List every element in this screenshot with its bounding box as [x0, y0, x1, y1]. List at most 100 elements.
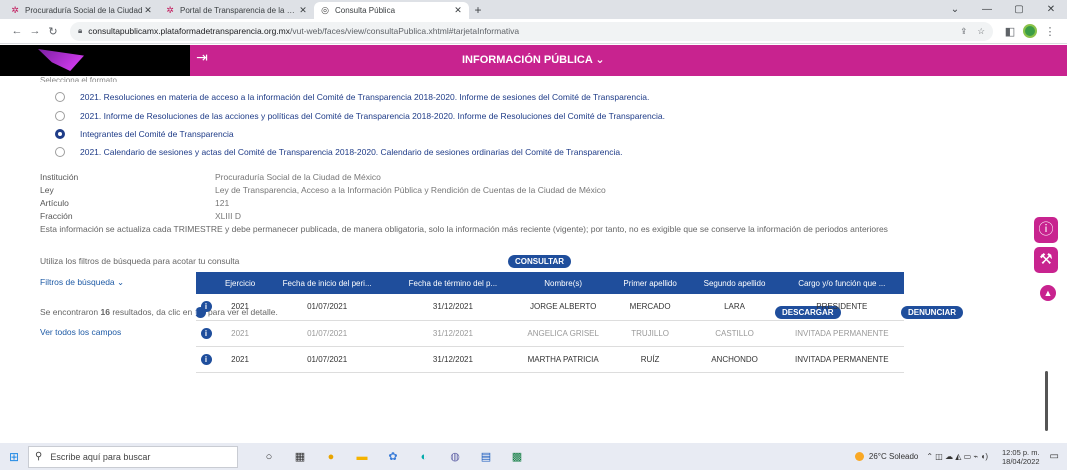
info-icon[interactable]: i: [200, 327, 212, 339]
file-explorer-icon[interactable]: ▬: [353, 448, 371, 466]
col-detail: [196, 272, 216, 294]
col-ejercicio[interactable]: Ejercicio: [216, 272, 265, 294]
new-tab-button[interactable]: +: [469, 2, 487, 19]
scrollbar[interactable]: [1045, 371, 1048, 431]
col-primer-apellido[interactable]: Primer apellido: [610, 272, 690, 294]
search-filters-toggle[interactable]: Filtros de búsqueda ⌄: [40, 277, 124, 288]
taskbar-apps: ○ ▦ ● ▬ ✿ ◐ ◍ ▤ ▩: [260, 448, 526, 466]
info-icon[interactable]: i: [200, 301, 212, 313]
denunciar-button[interactable]: DENUNCIAR: [901, 306, 963, 319]
notifications-icon[interactable]: ▭: [1050, 451, 1059, 462]
address-toolbar: ← → ↻ 🔒︎ consultapublicamx.plataformadet…: [0, 19, 1067, 44]
format-option[interactable]: 2021. Resoluciones en materia de acceso …: [55, 92, 649, 102]
profile-avatar[interactable]: [1023, 24, 1037, 38]
col-segundo-apellido[interactable]: Segundo apellido: [689, 272, 780, 294]
close-tab-icon[interactable]: ✕: [453, 5, 463, 16]
alert-icon[interactable]: ⓘ: [1034, 217, 1058, 243]
share-icon[interactable]: ⇪: [960, 26, 967, 37]
results-count: 16: [100, 307, 110, 317]
tab-search-icon[interactable]: ⌄: [939, 0, 971, 19]
close-tab-icon[interactable]: ✕: [143, 5, 153, 16]
word-icon[interactable]: ▤: [477, 448, 495, 466]
tab-title: Procuraduría Social de la Ciudad: [25, 6, 143, 15]
scroll-up-icon[interactable]: ▲: [1040, 285, 1056, 301]
settings-icon[interactable]: ✿: [384, 448, 402, 466]
format-option[interactable]: Integrantes del Comité de Transparencia: [55, 129, 234, 139]
browser-tab-portal[interactable]: ✲ Portal de Transparencia de la CDMX ✕: [159, 2, 314, 19]
radio-button[interactable]: [55, 111, 65, 121]
browser-tab-bar: ✲ Procuraduría Social de la Ciudad ✕ ✲ P…: [0, 0, 1067, 19]
reload-icon[interactable]: ↻: [44, 25, 62, 38]
ley-label: Ley: [40, 185, 54, 195]
window-controls: ⌄ — ▢ ✕: [939, 0, 1067, 19]
minimize-icon[interactable]: —: [971, 0, 1003, 19]
cell-apellido1: MERCADO: [610, 294, 690, 321]
teams-icon[interactable]: ◍: [446, 448, 464, 466]
chrome-icon[interactable]: ●: [322, 448, 340, 466]
col-cargo[interactable]: Cargo y/o función que ...: [779, 272, 904, 294]
update-note: Esta información se actualiza cada TRIME…: [40, 224, 888, 234]
table-row[interactable]: i 2021 01/07/2021 31/12/2021 JORGE ALBER…: [196, 294, 904, 321]
close-tab-icon[interactable]: ✕: [298, 5, 308, 16]
info-icon[interactable]: i: [200, 353, 212, 365]
taskbar-search-input[interactable]: ⚲ Escribe aquí para buscar: [28, 445, 238, 468]
menu-kebab-icon[interactable]: ⋮: [1041, 25, 1059, 38]
excel-icon[interactable]: ▩: [508, 448, 526, 466]
cell-apellido1: RUÍZ: [610, 346, 690, 373]
table-row[interactable]: i 2021 01/07/2021 31/12/2021 ANGELICA GR…: [196, 320, 904, 347]
url-path: /vut-web/faces/view/consultaPublica.xhtm…: [290, 26, 520, 36]
format-option[interactable]: 2021. Calendario de sesiones y actas del…: [55, 147, 622, 157]
table-row[interactable]: i 2021 01/07/2021 31/12/2021 MARTHA PATR…: [196, 346, 904, 373]
task-view-icon[interactable]: ○: [260, 448, 278, 466]
format-option-label: Integrantes del Comité de Transparencia: [80, 129, 234, 139]
format-option-label: 2021. Calendario de sesiones y actas del…: [80, 147, 623, 157]
format-option[interactable]: 2021. Informe de Resoluciones de las acc…: [55, 111, 665, 121]
lock-icon[interactable]: 🔒︎: [78, 26, 82, 36]
cdmx-favicon-icon: ✲: [11, 5, 19, 15]
col-fecha-inicio[interactable]: Fecha de inicio del peri...: [264, 272, 391, 294]
logo-swoosh: [38, 49, 84, 71]
cell-inicio: 01/07/2021: [264, 346, 391, 373]
radio-button[interactable]: [55, 92, 65, 102]
exit-icon[interactable]: ⇥: [192, 49, 212, 71]
results-prefix: Se encontraron: [40, 307, 99, 317]
weather-widget[interactable]: 26°C Soleado: [854, 452, 918, 461]
browser-tab-procuraduria[interactable]: ✲ Procuraduría Social de la Ciudad ✕: [4, 2, 159, 19]
url-bar[interactable]: 🔒︎ consultapublicamx.plataformadetranspa…: [70, 21, 993, 41]
clock[interactable]: 12:05 p. m. 18/04/2022: [1002, 448, 1040, 466]
col-fecha-termino[interactable]: Fecha de término del p...: [390, 272, 516, 294]
browser-tab-consulta[interactable]: ◎ Consulta Pública ✕: [314, 2, 469, 19]
informacion-publica-menu[interactable]: INFORMACIÓN PÚBLICA ⌄: [462, 45, 605, 76]
widgets-icon[interactable]: ▦: [291, 448, 309, 466]
consultar-button[interactable]: CONSULTAR: [508, 255, 572, 268]
radio-button[interactable]: [55, 147, 65, 157]
cell-cargo: INVITADA PERMANENTE: [779, 346, 904, 373]
cell-termino: 31/12/2021: [390, 294, 516, 321]
col-nombre[interactable]: Nombre(s): [515, 272, 611, 294]
cell-apellido1: TRUJILLO: [610, 320, 690, 347]
back-arrow-icon[interactable]: ←: [8, 25, 26, 37]
ley-value: Ley de Transparencia, Acceso a la Inform…: [215, 185, 606, 195]
search-icon: ⚲: [35, 451, 43, 462]
windows-start-icon[interactable]: ⊞: [0, 450, 28, 464]
close-window-icon[interactable]: ✕: [1035, 0, 1067, 19]
radio-button-selected[interactable]: [55, 129, 65, 139]
forward-arrow-icon[interactable]: →: [26, 25, 44, 37]
ver-todos-link[interactable]: Ver todos los campos: [40, 327, 121, 337]
sidebar-toggle-icon[interactable]: ◧: [1001, 25, 1019, 38]
globe-favicon-icon: ◎: [321, 5, 329, 15]
tools-icon[interactable]: ⚒: [1034, 247, 1058, 273]
cell-cargo: PRESIDENTE: [779, 294, 904, 321]
tab-title: Portal de Transparencia de la CDMX: [180, 6, 298, 15]
cell-inicio: 01/07/2021: [264, 294, 391, 321]
cdmx-favicon-icon: ✲: [166, 5, 174, 15]
cell-nombre: ANGELICA GRISEL: [515, 320, 611, 347]
edge-icon[interactable]: ◐: [415, 448, 433, 466]
site-logo[interactable]: [0, 45, 190, 76]
tray-icons[interactable]: ⌃ ◫ ☁ ◭ ▭ ⌁ ◖): [926, 452, 988, 461]
system-tray: 26°C Soleado ⌃ ◫ ☁ ◭ ▭ ⌁ ◖) 12:05 p. m. …: [854, 443, 1067, 470]
cell-nombre: MARTHA PATRICIA: [515, 346, 611, 373]
bookmark-star-icon[interactable]: ☆: [977, 26, 985, 37]
maximize-icon[interactable]: ▢: [1003, 0, 1035, 19]
cell-nombre: JORGE ALBERTO: [515, 294, 611, 321]
